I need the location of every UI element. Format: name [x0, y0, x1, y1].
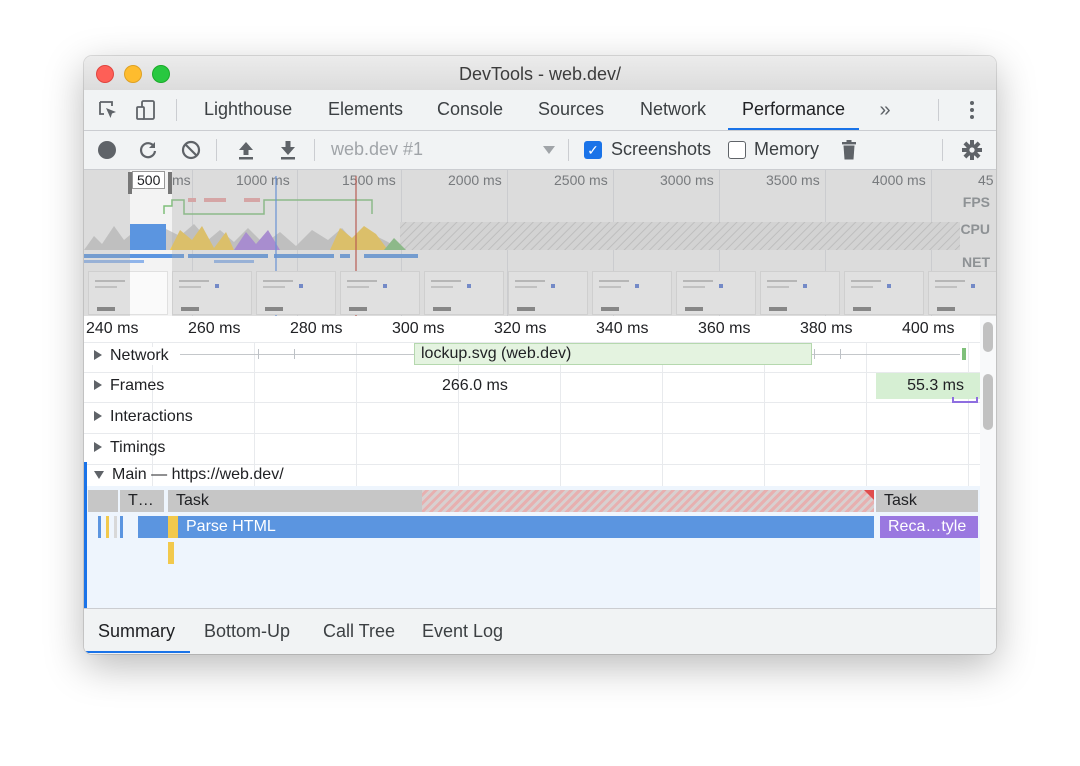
- task-slice[interactable]: T…: [120, 490, 164, 512]
- scrollbar-thumb[interactable]: [983, 322, 993, 352]
- parse-html-slice[interactable]: [138, 516, 168, 538]
- ruler-tick-label: 260 ms: [188, 320, 241, 337]
- long-task-hatch[interactable]: [422, 490, 874, 512]
- main-track[interactable]: Main — https://web.dev/: [84, 462, 980, 486]
- tab-summary[interactable]: Summary: [98, 621, 175, 642]
- network-track-title: Network: [110, 347, 169, 364]
- ruler-tick-label: 320 ms: [494, 320, 547, 337]
- tab-bottom-up[interactable]: Bottom-Up: [204, 621, 290, 642]
- reload-record-icon[interactable]: [137, 139, 159, 161]
- script-slice[interactable]: [168, 516, 178, 538]
- ruler-tick-label: 240 ms: [86, 320, 139, 337]
- network-track-label[interactable]: Network: [94, 347, 173, 365]
- memory-label: Memory: [754, 139, 820, 159]
- main-track-label[interactable]: Main — https://web.dev/: [94, 466, 284, 484]
- tab-separator: [938, 99, 939, 121]
- frames-track[interactable]: Frames 266.0 ms 55.3 ms: [84, 372, 980, 403]
- ruler-tick-label: 300 ms: [392, 320, 445, 337]
- timeline-ruler: 240 ms 260 ms 280 ms 300 ms 320 ms 340 m…: [84, 316, 980, 343]
- window-title: DevTools - web.dev/: [458, 64, 622, 84]
- screenshots-label: Screenshots: [611, 139, 712, 159]
- tab-performance[interactable]: Performance: [728, 90, 860, 130]
- network-request-bar[interactable]: lockup.svg (web.dev): [414, 343, 812, 365]
- recalc-style-slice[interactable]: Reca…tyle: [880, 516, 978, 538]
- device-toolbar-icon[interactable]: [134, 98, 158, 122]
- download-icon[interactable]: [277, 139, 299, 161]
- clear-icon[interactable]: [180, 139, 202, 161]
- expand-arrow-icon[interactable]: [94, 350, 102, 360]
- tab-network[interactable]: Network: [640, 90, 706, 130]
- parse-html-slice[interactable]: Parse HTML: [178, 516, 874, 538]
- frame-block[interactable]: 55.3 ms: [876, 373, 980, 399]
- kebab-menu-icon[interactable]: [962, 98, 982, 122]
- flame-chart-scrollbar[interactable]: [980, 316, 996, 608]
- devtools-window: DevTools - web.dev/ Lighthouse Elements …: [84, 56, 996, 654]
- dropdown-arrow-icon[interactable]: [542, 143, 556, 157]
- toolbar-separator: [568, 139, 569, 161]
- timings-track-label[interactable]: Timings: [94, 439, 165, 457]
- task-slice[interactable]: Task: [168, 490, 424, 512]
- scrollbar-thumb[interactable]: [983, 374, 993, 430]
- ruler-tick-label: 340 ms: [596, 320, 649, 337]
- tab-separator: [176, 99, 177, 121]
- memory-checkbox[interactable]: [728, 141, 746, 159]
- selection-left-handle[interactable]: [128, 172, 132, 194]
- ruler-tick-label: 400 ms: [902, 320, 955, 337]
- interactions-track-title: Interactions: [110, 408, 193, 425]
- timeline-overview[interactable]: 500 ms 1000 ms 1500 ms 2000 ms 2500 ms 3…: [84, 170, 996, 316]
- main-track-title: Main — https://web.dev/: [112, 466, 284, 483]
- tab-call-tree[interactable]: Call Tree: [323, 621, 395, 642]
- network-track[interactable]: Network lockup.svg (web.dev): [84, 342, 980, 373]
- tab-elements[interactable]: Elements: [328, 90, 403, 130]
- tab-event-log[interactable]: Event Log: [422, 621, 503, 642]
- title-bar: DevTools - web.dev/: [84, 56, 996, 91]
- toolbar-separator: [216, 139, 217, 161]
- timings-track[interactable]: Timings: [84, 434, 980, 465]
- task-slice[interactable]: [88, 490, 118, 512]
- expand-arrow-icon[interactable]: [94, 380, 102, 390]
- trash-icon[interactable]: [838, 138, 860, 162]
- inspect-element-icon[interactable]: [96, 98, 120, 122]
- selection-right-handle[interactable]: [168, 172, 172, 194]
- script-slice[interactable]: [168, 542, 174, 564]
- upload-icon[interactable]: [235, 139, 257, 161]
- tab-sources[interactable]: Sources: [538, 90, 604, 130]
- interactions-track-label[interactable]: Interactions: [94, 408, 193, 426]
- active-tab-indicator: [84, 651, 190, 653]
- timings-track-title: Timings: [110, 439, 166, 456]
- collapse-arrow-icon[interactable]: [94, 471, 104, 479]
- frame-duration[interactable]: 266.0 ms: [442, 377, 508, 395]
- profile-select[interactable]: web.dev #1: [331, 139, 423, 160]
- long-task-warning-icon: [864, 490, 874, 500]
- settings-gear-icon[interactable]: [960, 138, 984, 162]
- overview-unselected-shade: [172, 170, 996, 316]
- details-tab-bar: Summary Bottom-Up Call Tree Event Log: [84, 608, 996, 654]
- interactions-track[interactable]: Interactions: [84, 397, 980, 434]
- screenshots-checkbox[interactable]: ✓: [584, 141, 602, 159]
- ruler-tick-label: 360 ms: [698, 320, 751, 337]
- toolbar-separator: [314, 139, 315, 161]
- expand-arrow-icon[interactable]: [94, 411, 102, 421]
- overview-unselected-shade: [84, 170, 130, 316]
- expand-arrow-icon[interactable]: [94, 442, 102, 452]
- tab-lighthouse[interactable]: Lighthouse: [204, 90, 292, 130]
- task-slice[interactable]: Task: [876, 490, 978, 512]
- toolbar-separator: [942, 139, 943, 161]
- record-icon[interactable]: [96, 139, 118, 161]
- panel-tab-bar: Lighthouse Elements Console Sources Netw…: [84, 90, 996, 131]
- tab-console[interactable]: Console: [437, 90, 503, 130]
- performance-toolbar: web.dev #1 ✓ Screenshots Memory: [84, 131, 996, 170]
- frames-track-label[interactable]: Frames: [94, 377, 164, 395]
- ruler-tick-label: 380 ms: [800, 320, 853, 337]
- more-tabs-chevron-icon[interactable]: »: [874, 98, 896, 122]
- frames-track-title: Frames: [110, 377, 165, 394]
- ruler-tick-label: 280 ms: [290, 320, 343, 337]
